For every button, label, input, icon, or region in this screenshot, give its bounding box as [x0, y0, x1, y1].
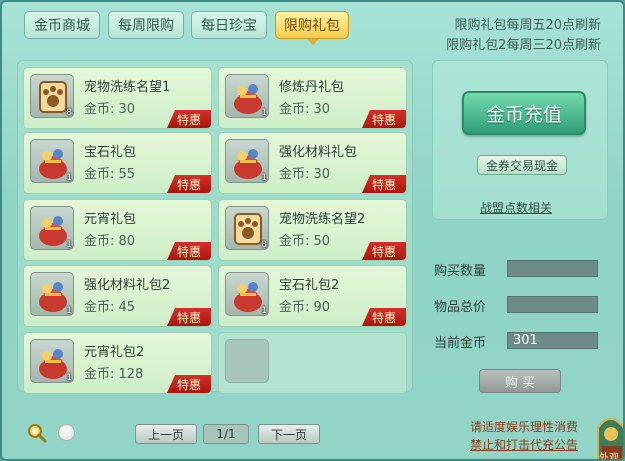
total-price-field	[507, 296, 598, 313]
item-icon-slot: 1	[30, 139, 74, 183]
item-quantity: 1	[261, 108, 267, 118]
discount-badge: 特惠	[167, 375, 211, 393]
item-quantity: 1	[66, 306, 72, 316]
item-card[interactable]: 1 宝石礼包金币: 55 特惠	[23, 132, 212, 194]
item-name: 修炼丹礼包	[279, 80, 345, 95]
item-card[interactable]: 1 强化材料礼包 金币: 30 特惠	[218, 132, 407, 194]
discount-badge: 特惠	[167, 308, 211, 326]
item-price: 金币: 45	[84, 300, 136, 315]
notice-refresh-2: 限购礼包2每周三20点刷新	[446, 38, 601, 53]
active-tab-pointer	[307, 39, 319, 45]
item-price: 金币: 30	[279, 102, 331, 117]
quantity-input[interactable]	[507, 260, 598, 277]
item-card[interactable]: 1 宝石礼包2 金币: 90 特惠	[218, 265, 407, 327]
item-name: 元宵礼包2	[84, 345, 145, 360]
discount-badge: 特惠	[167, 242, 211, 260]
alliance-points-link[interactable]: 战盟点数相关	[480, 199, 552, 216]
item-quantity: 8	[261, 240, 267, 250]
current-gold-field: 301	[507, 332, 598, 349]
item-card[interactable]: 1 元宵礼包金币: 80 特惠	[23, 199, 212, 261]
item-icon-slot: 1	[30, 339, 74, 383]
item-card[interactable]: 1 元宵礼包2 金币: 128 特惠	[23, 332, 212, 394]
anti-fraud-notice-link[interactable]: 禁止和打击代充公告	[470, 436, 578, 453]
item-name: 强化材料礼包	[279, 145, 358, 160]
item-list: 8 宠物洗练名望1 金币: 30 特惠 1 修炼丹礼包金币: 30 特惠 1 宝石礼包金币: 5…	[17, 60, 413, 394]
item-quantity: 1	[261, 173, 267, 183]
discount-badge: 特惠	[167, 175, 211, 193]
item-icon-slot: 8	[225, 206, 269, 250]
item-name: 宠物洗练名望2	[279, 212, 366, 227]
page-indicator: 1/1	[203, 424, 249, 444]
item-quantity: 8	[66, 108, 72, 118]
empty-icon-slot	[225, 339, 269, 383]
item-quantity: 1	[66, 173, 72, 183]
discount-badge: 特惠	[362, 308, 406, 326]
tab-weekly-limited[interactable]: 每周限购	[108, 11, 184, 39]
notice-refresh-1: 限购礼包每周五20点刷新	[454, 18, 601, 33]
magnifier-icon[interactable]	[27, 423, 47, 443]
item-icon-slot: 1	[225, 139, 269, 183]
item-icon-slot: 1	[225, 272, 269, 316]
prev-page-button[interactable]: 上一页	[135, 424, 197, 444]
item-icon-slot: 8	[30, 74, 74, 118]
item-price: 金币: 30	[279, 167, 331, 182]
tab-daily-treasure[interactable]: 每日珍宝	[191, 11, 267, 39]
item-name: 宝石礼包2	[279, 278, 340, 293]
item-price: 金币: 80	[84, 234, 136, 249]
item-price: 金币: 30	[84, 102, 136, 117]
voucher-exchange-button[interactable]: 金券交易现金	[477, 155, 567, 175]
shop-window: 金币商城 每周限购 每日珍宝 限购礼包 限购礼包每周五20点刷新 限购礼包2每周…	[0, 0, 625, 461]
item-price: 金币: 55	[84, 167, 136, 182]
item-name: 宝石礼包	[84, 145, 137, 160]
quantity-label: 购买数量	[434, 264, 487, 279]
item-icon-slot: 1	[225, 74, 269, 118]
item-icon-slot: 1	[30, 206, 74, 250]
item-card[interactable]: 8 宠物洗练名望2 金币: 50 特惠	[218, 199, 407, 261]
discount-badge: 特惠	[362, 175, 406, 193]
item-name: 元宵礼包	[84, 212, 137, 227]
item-quantity: 1	[66, 373, 72, 383]
discount-badge: 特惠	[167, 110, 211, 128]
item-price: 金币: 90	[279, 300, 331, 315]
item-card[interactable]: 1 强化材料礼包2 金币: 45 特惠	[23, 265, 212, 327]
tab-limited-packs[interactable]: 限购礼包	[275, 11, 349, 39]
item-price: 金币: 128	[84, 367, 144, 382]
responsible-spending-notice: 请适度娱乐理性消费	[469, 420, 578, 434]
item-card[interactable]: 1 修炼丹礼包金币: 30 特惠	[218, 67, 407, 129]
next-page-button[interactable]: 下一页	[258, 424, 320, 444]
total-price-label: 物品总价	[434, 300, 487, 315]
round-toggle-button[interactable]	[58, 424, 75, 441]
item-price: 金币: 50	[279, 234, 331, 249]
item-name: 宠物洗练名望1	[84, 80, 171, 95]
item-quantity: 1	[261, 306, 267, 316]
topup-panel: 金币充值 金券交易现金 战盟点数相关	[432, 60, 608, 220]
gold-topup-button[interactable]: 金币充值	[462, 91, 586, 135]
tab-gold-shop[interactable]: 金币商城	[24, 11, 100, 39]
item-card[interactable]: 8 宠物洗练名望1 金币: 30 特惠	[23, 67, 212, 129]
item-icon-slot: 1	[30, 272, 74, 316]
current-gold-label: 当前金币	[434, 336, 487, 351]
empty-item-slot	[218, 332, 407, 394]
appearance-label: 外观	[599, 453, 619, 461]
discount-badge: 特惠	[362, 110, 406, 128]
item-quantity: 1	[66, 240, 72, 250]
item-name: 强化材料礼包2	[84, 278, 171, 293]
buy-button[interactable]: 购 买	[479, 369, 561, 393]
discount-badge: 特惠	[362, 242, 406, 260]
